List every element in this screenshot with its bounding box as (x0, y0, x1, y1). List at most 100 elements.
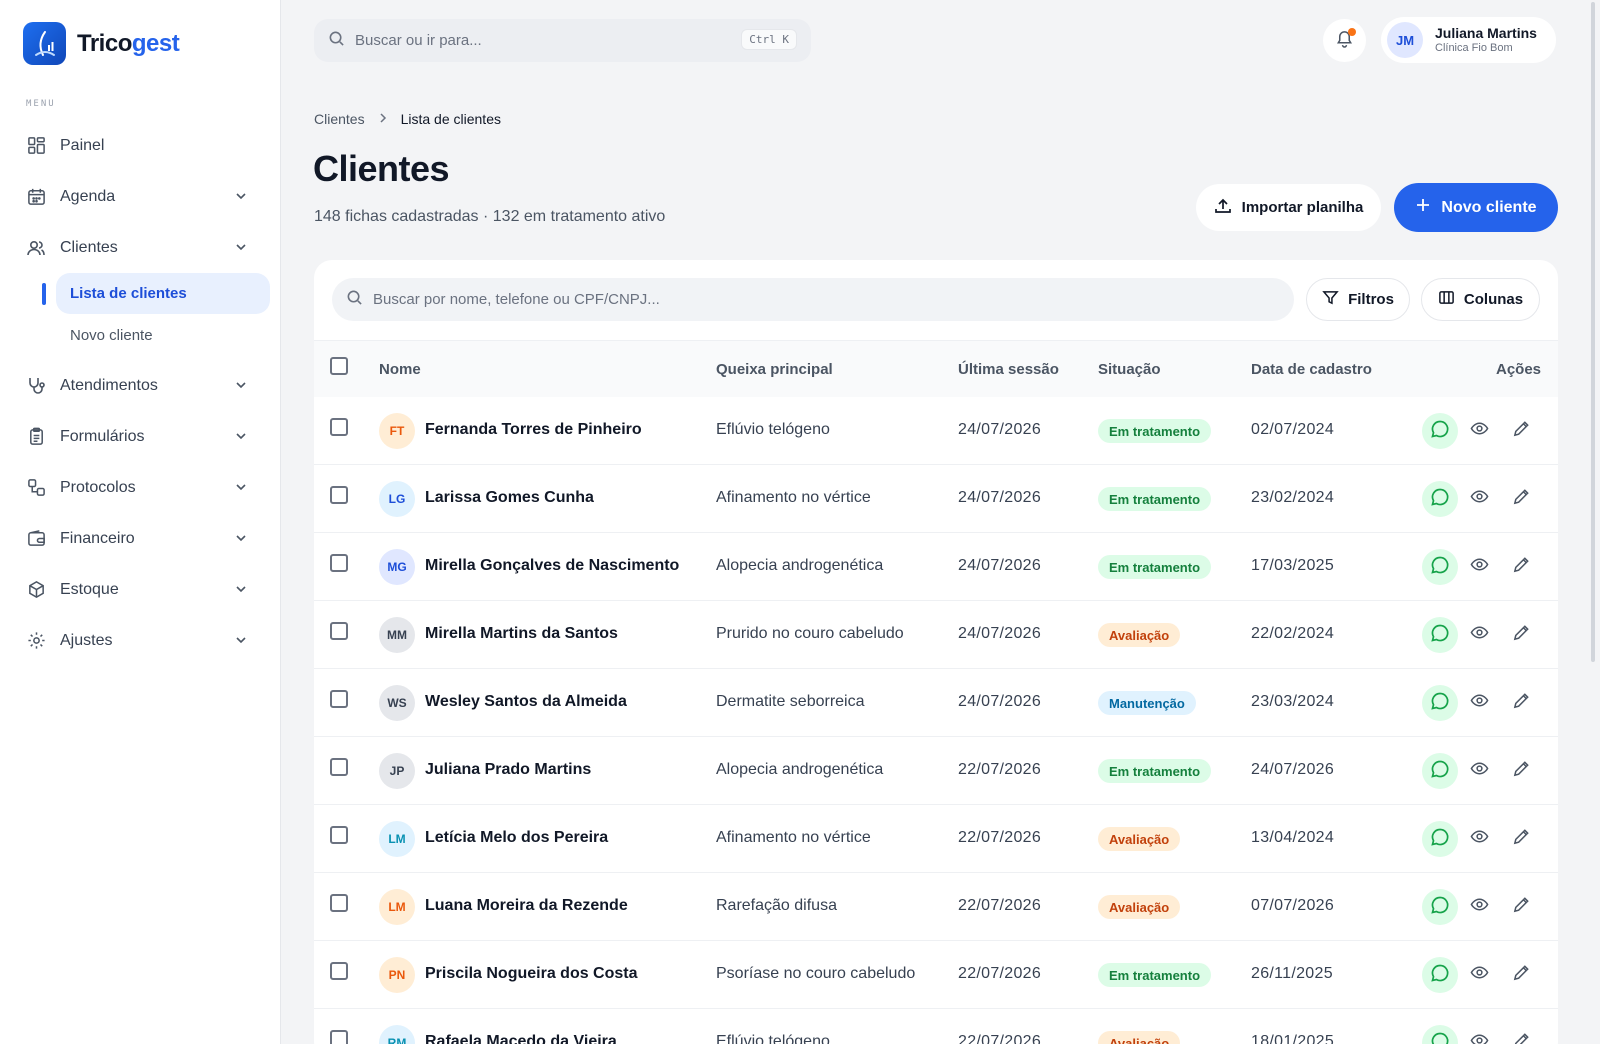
notifications-button[interactable] (1323, 19, 1366, 62)
view-button[interactable] (1467, 555, 1491, 579)
status-badge: Em tratamento (1098, 419, 1212, 443)
column-header-queixa[interactable]: Queixa principal (716, 361, 833, 378)
client-name[interactable]: Luana Moreira da Rezende (425, 897, 628, 915)
page-scrollbar[interactable] (1591, 2, 1595, 662)
view-button[interactable] (1467, 419, 1491, 443)
client-name[interactable]: Letícia Melo dos Pereira (425, 829, 608, 847)
breadcrumb-current: Lista de clientes (400, 111, 501, 127)
column-header-situacao[interactable]: Situação (1098, 361, 1161, 378)
table-row[interactable]: MG Mirella Gonçalves de Nascimento Alope… (314, 533, 1558, 601)
eye-icon (1470, 487, 1489, 511)
table-row[interactable]: MM Mirella Martins da Santos Prurido no … (314, 601, 1558, 669)
edit-button[interactable] (1509, 827, 1533, 851)
avatar: JP (379, 753, 415, 789)
table-row[interactable]: FT Fernanda Torres de Pinheiro Eflúvio t… (314, 397, 1558, 465)
filter-icon (1322, 289, 1339, 310)
whatsapp-button[interactable] (1422, 685, 1458, 721)
table-row[interactable]: PN Priscila Nogueira dos Costa Psoríase … (314, 941, 1558, 1009)
column-header-data-cadastro[interactable]: Data de cadastro (1251, 361, 1372, 378)
row-checkbox[interactable] (330, 962, 348, 980)
row-checkbox[interactable] (330, 758, 348, 776)
view-button[interactable] (1467, 827, 1491, 851)
global-search-input[interactable]: Buscar ou ir para... Ctrl K (314, 19, 811, 62)
breadcrumb-parent[interactable]: Clientes (314, 111, 365, 127)
client-name[interactable]: Mirella Gonçalves de Nascimento (425, 557, 679, 575)
view-button[interactable] (1467, 963, 1491, 987)
row-checkbox[interactable] (330, 690, 348, 708)
view-button[interactable] (1467, 759, 1491, 783)
registration-date: 23/03/2024 (1251, 693, 1335, 710)
edit-button[interactable] (1509, 419, 1533, 443)
row-checkbox[interactable] (330, 826, 348, 844)
table-search-input[interactable]: Buscar por nome, telefone ou CPF/CNPJ... (332, 278, 1294, 321)
view-button[interactable] (1467, 623, 1491, 647)
row-checkbox[interactable] (330, 418, 348, 436)
new-client-button[interactable]: Novo cliente (1394, 183, 1558, 232)
edit-button[interactable] (1509, 623, 1533, 647)
whatsapp-button[interactable] (1422, 821, 1458, 857)
row-checkbox[interactable] (330, 894, 348, 912)
sidebar-item-label: Agenda (60, 187, 116, 205)
column-header-ultima-sessao[interactable]: Última sessão (958, 361, 1059, 378)
whatsapp-button[interactable] (1422, 753, 1458, 789)
sidebar-item-clientes[interactable]: Clientes (14, 222, 269, 273)
columns-button[interactable]: Colunas (1421, 278, 1540, 321)
select-all-checkbox[interactable] (330, 357, 348, 375)
whatsapp-button[interactable] (1422, 889, 1458, 925)
whatsapp-button[interactable] (1422, 617, 1458, 653)
column-header-nome[interactable]: Nome (379, 361, 421, 378)
client-name[interactable]: Mirella Martins da Santos (425, 625, 618, 643)
whatsapp-button[interactable] (1422, 1025, 1458, 1044)
import-spreadsheet-button[interactable]: Importar planilha (1196, 184, 1381, 231)
view-button[interactable] (1467, 487, 1491, 511)
row-checkbox[interactable] (330, 1030, 348, 1044)
table-row[interactable]: JP Juliana Prado Martins Alopecia androg… (314, 737, 1558, 805)
app-logo[interactable]: Tricogest (23, 22, 180, 65)
client-name[interactable]: Fernanda Torres de Pinheiro (425, 421, 642, 439)
sidebar-item-ajustes[interactable]: Ajustes (14, 615, 269, 666)
whatsapp-button[interactable] (1422, 413, 1458, 449)
whatsapp-button[interactable] (1422, 549, 1458, 585)
last-session-date: 22/07/2026 (958, 965, 1042, 982)
sidebar-item-financeiro[interactable]: Financeiro (14, 513, 269, 564)
user-menu[interactable]: JM Juliana Martins Clínica Fio Bom (1381, 17, 1556, 63)
whatsapp-button[interactable] (1422, 481, 1458, 517)
edit-button[interactable] (1509, 487, 1533, 511)
whatsapp-button[interactable] (1422, 957, 1458, 993)
client-name[interactable]: Wesley Santos da Almeida (425, 693, 627, 711)
filters-button[interactable]: Filtros (1306, 278, 1410, 321)
table-row[interactable]: LM Letícia Melo dos Pereira Afinamento n… (314, 805, 1558, 873)
sidebar-item-painel[interactable]: Painel (14, 120, 269, 171)
client-name[interactable]: Juliana Prado Martins (425, 761, 591, 779)
sidebar-item-atendimentos[interactable]: Atendimentos (14, 360, 269, 411)
row-checkbox[interactable] (330, 554, 348, 572)
client-name[interactable]: Larissa Gomes Cunha (425, 489, 594, 507)
sidebar-item-protocolos[interactable]: Protocolos (14, 462, 269, 513)
sidebar-item-formularios[interactable]: Formulários (14, 411, 269, 462)
view-button[interactable] (1467, 691, 1491, 715)
sidebar-item-estoque[interactable]: Estoque (14, 564, 269, 615)
client-name[interactable]: Rafaela Macedo da Vieira (425, 1033, 617, 1044)
edit-button[interactable] (1509, 759, 1533, 783)
edit-button[interactable] (1509, 895, 1533, 919)
row-checkbox[interactable] (330, 486, 348, 504)
client-name[interactable]: Priscila Nogueira dos Costa (425, 965, 638, 983)
edit-button[interactable] (1509, 691, 1533, 715)
column-header-acoes: Ações (1496, 361, 1542, 378)
row-checkbox[interactable] (330, 622, 348, 640)
view-button[interactable] (1467, 1031, 1491, 1044)
sidebar-subitem-lista-clientes[interactable]: Lista de clientes (56, 273, 270, 314)
last-session-date: 22/07/2026 (958, 897, 1042, 914)
sidebar-item-agenda[interactable]: Agenda (14, 171, 269, 222)
table-row[interactable]: WS Wesley Santos da Almeida Dermatite se… (314, 669, 1558, 737)
edit-button[interactable] (1509, 555, 1533, 579)
table-row[interactable]: LM Luana Moreira da Rezende Rarefação di… (314, 873, 1558, 941)
main-complaint: Afinamento no vértice (716, 489, 871, 506)
sidebar-subitem-novo-cliente[interactable]: Novo cliente (56, 315, 270, 356)
edit-button[interactable] (1509, 963, 1533, 987)
table-row[interactable]: LG Larissa Gomes Cunha Afinamento no vér… (314, 465, 1558, 533)
edit-button[interactable] (1509, 1031, 1533, 1044)
chat-bubble-icon (1430, 827, 1450, 852)
view-button[interactable] (1467, 895, 1491, 919)
table-row[interactable]: RM Rafaela Macedo da Vieira Eflúvio teló… (314, 1009, 1558, 1044)
